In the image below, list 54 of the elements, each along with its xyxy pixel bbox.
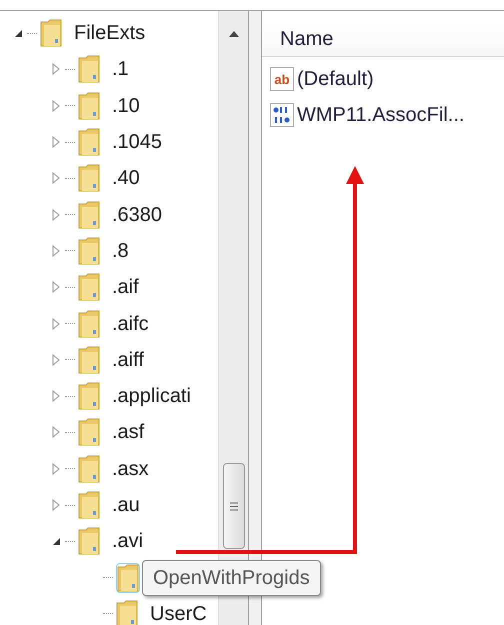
tree-item[interactable]: .aif [112,272,139,302]
string-value-icon: ab [270,67,294,91]
scrollbar-thumb[interactable] [222,463,244,549]
folder-icon [78,200,100,229]
tree-item[interactable]: FileExts [74,18,146,48]
collapsed-triangle-icon[interactable] [50,318,62,330]
folder-icon [78,92,100,120]
tree-item[interactable]: .10 [112,90,140,121]
grip-icon [230,502,238,510]
scroll-up-icon[interactable] [228,31,238,37]
collapsed-triangle-icon[interactable] [50,100,62,112]
folder-icon [78,527,100,556]
folder-icon [116,600,138,625]
tree-item[interactable]: .1045 [112,127,162,158]
folder-icon [117,564,139,592]
tree-item-tooltip[interactable]: OpenWithProgids [142,560,321,596]
collapsed-triangle-icon[interactable] [50,281,62,294]
folder-icon [78,273,100,302]
folder-icon [78,382,100,410]
tree-item[interactable]: .asf [112,417,144,448]
folder-icon [40,19,62,48]
tree-item[interactable]: .applicati [112,381,191,412]
folder-icon [78,454,100,483]
value-name[interactable]: WMP11.AssocFil... [297,100,464,130]
collapsed-triangle-icon[interactable] [50,208,62,221]
tree-item[interactable]: .1 [112,54,129,84]
tree-item[interactable]: UserC [150,598,207,625]
tree-item[interactable]: .aifc [112,308,149,339]
collapsed-triangle-icon[interactable] [50,244,62,257]
folder-icon [78,128,100,156]
value-name[interactable]: (Default) [297,64,374,94]
tree-item[interactable]: .asx [112,454,149,484]
folder-icon [78,491,100,519]
tree-item[interactable]: .au [112,490,140,520]
tree-item[interactable]: .avi [112,526,144,556]
folder-icon [78,236,100,265]
collapsed-triangle-icon[interactable] [50,354,62,366]
collapsed-triangle-icon[interactable] [50,390,62,402]
folder-icon [78,164,100,192]
collapsed-triangle-icon[interactable] [50,172,62,184]
tree-item[interactable]: .aiff [112,344,144,375]
binary-value-icon [270,103,294,127]
collapsed-triangle-icon[interactable] [50,63,62,76]
folder-icon [78,418,100,446]
collapsed-triangle-icon[interactable] [50,499,62,511]
tree-item[interactable]: .40 [112,163,140,194]
collapsed-triangle-icon[interactable] [50,462,62,475]
tree-item[interactable]: .6380 [112,200,162,230]
collapsed-triangle-icon[interactable] [50,136,62,148]
collapsed-triangle-icon[interactable] [50,426,62,438]
folder-icon [78,310,100,338]
tree-item[interactable]: .8 [112,236,129,266]
folder-icon [78,55,100,84]
folder-icon [78,346,100,374]
